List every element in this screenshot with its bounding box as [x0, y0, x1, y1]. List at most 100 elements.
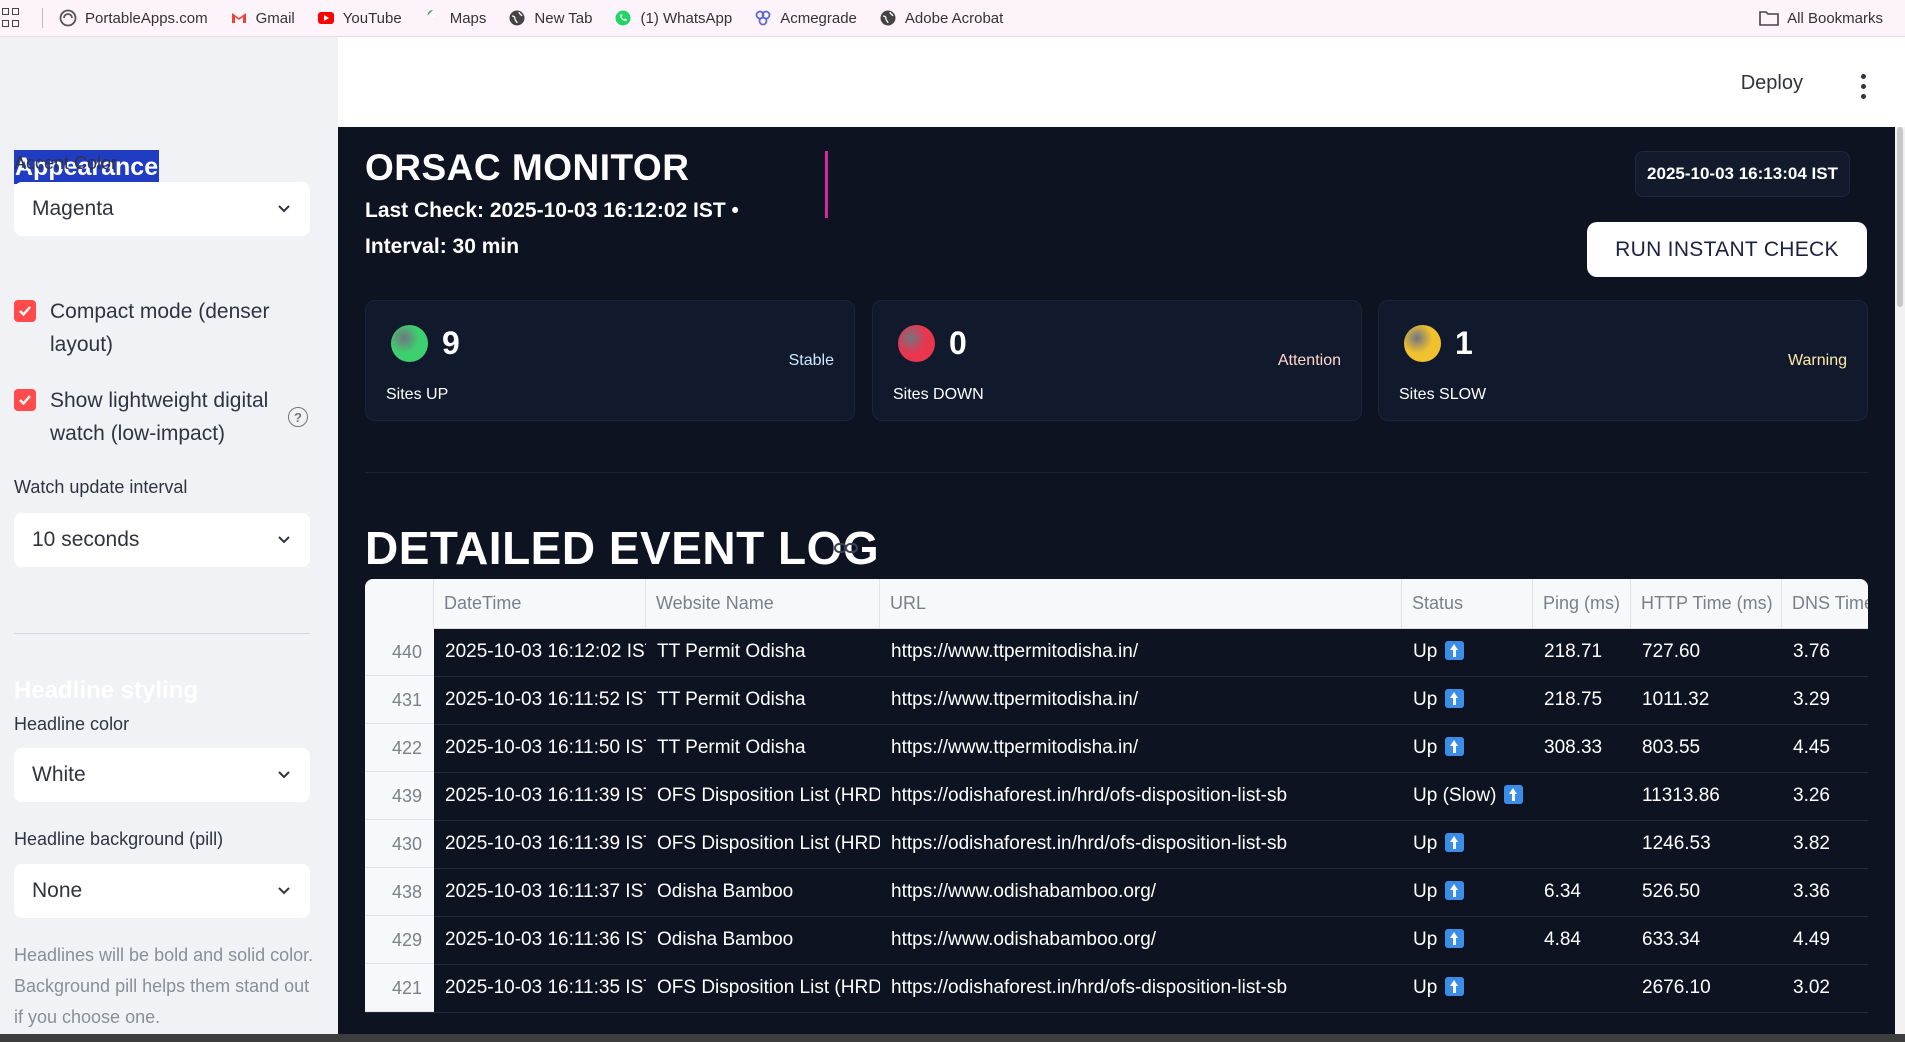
bottom-edge-bar: [0, 1034, 1905, 1042]
all-bookmarks[interactable]: All Bookmarks: [1759, 0, 1883, 36]
bookmark-new-tab[interactable]: New Tab: [508, 9, 592, 27]
table-row[interactable]: 430 2025-10-03 16:11:39 IST OFS Dispositio…: [365, 820, 1868, 869]
cell-dns-time-text: 4.49: [1793, 929, 1830, 950]
column-header-dns-time[interactable]: DNS Time: [1782, 579, 1868, 628]
table-row[interactable]: 422 2025-10-03 16:11:50 IST TT Permit Odis…: [365, 724, 1868, 773]
cell-url: https://www.ttpermitodisha.in/: [880, 676, 1402, 724]
cell-http-time-text: 633.34: [1642, 929, 1701, 950]
cell-datetime-text: 2025-10-03 16:11:39 IST: [445, 833, 646, 854]
headline-bg-label: Headline background (pill): [14, 829, 224, 849]
main-content: ORSAC MONITOR Last Check: 2025-10-03 16:…: [338, 127, 1895, 1042]
cell-url: https://odishaforest.in/hrd/ofs-disposit…: [880, 820, 1402, 868]
column-header-http-time[interactable]: HTTP Time (ms): [1631, 579, 1782, 628]
deploy-button[interactable]: Deploy: [1741, 72, 1803, 95]
cell-ping: [1533, 820, 1631, 868]
table-row[interactable]: 439 2025-10-03 16:11:39 IST OFS Dispositio…: [365, 772, 1868, 821]
cell-dns-time: 4.45: [1782, 724, 1868, 772]
sites-down-label: Sites DOWN: [893, 386, 984, 403]
column-header-datetime[interactable]: DateTime: [434, 579, 646, 628]
compact-mode-checkbox[interactable]: Compact mode (denser layout): [14, 295, 274, 361]
bookmark-youtube[interactable]: YouTube: [317, 9, 402, 27]
table-row[interactable]: 431 2025-10-03 16:11:52 IST TT Permit Odis…: [365, 676, 1868, 725]
cell-datetime-text: 2025-10-03 16:11:50 IST: [445, 737, 646, 758]
bookmark-label: Adobe Acrobat: [904, 9, 1004, 27]
up-arrow-icon: [1445, 977, 1465, 996]
cell-status: Up: [1402, 820, 1533, 868]
sidebar: Appearance Accent Color Magenta Compact …: [0, 37, 338, 1042]
chevron-down-icon: [278, 536, 290, 544]
accent-color-value: Magenta: [32, 197, 114, 220]
cell-website-name-text: OFS Disposition List (HRD): [657, 977, 880, 998]
cell-datetime: 2025-10-03 16:11:36 IST: [434, 916, 646, 964]
bookmark-maps[interactable]: Maps: [424, 9, 487, 27]
cell-ping-text: 6.34: [1544, 881, 1581, 902]
cell-status: Up: [1402, 868, 1533, 916]
bookmark-label: (1) WhatsApp: [640, 9, 733, 27]
bookmark-label: Maps: [449, 9, 487, 27]
cell-http-time: 2676.10: [1631, 964, 1782, 1012]
sites-up-count: 9: [442, 325, 460, 361]
column-header-status[interactable]: Status: [1402, 579, 1533, 628]
checkbox-checked-icon: [14, 300, 36, 322]
anchor-link-icon[interactable]: [834, 541, 858, 555]
bookmark-1-whatsapp[interactable]: (1) WhatsApp: [614, 9, 732, 27]
bookmark-acmegrade[interactable]: Acmegrade: [754, 9, 857, 27]
gmail-icon: [230, 9, 248, 27]
cell-url: https://www.ttpermitodisha.in/: [880, 628, 1402, 676]
cell-website-name: OFS Disposition List (HRD): [646, 772, 880, 820]
cell-url-text: https://odishaforest.in/hrd/ofs-disposit…: [891, 785, 1288, 806]
table-row[interactable]: 438 2025-10-03 16:11:37 IST Odisha Bamboo h…: [365, 868, 1868, 917]
row-index: 421: [365, 964, 434, 1012]
portableapps-icon: [59, 9, 77, 27]
cell-ping: 6.34: [1533, 868, 1631, 916]
cell-website-name-text: TT Permit Odisha: [657, 641, 806, 662]
up-arrow-icon: [1445, 881, 1465, 900]
cell-url-text: https://www.odishabamboo.org/: [891, 929, 1157, 950]
cell-http-time-text: 727.60: [1642, 641, 1701, 662]
cell-dns-time: 3.26: [1782, 772, 1868, 820]
digital-watch-checkbox[interactable]: Show lightweight digital watch (low-impa…: [14, 384, 274, 450]
sites-up-label: Sites UP: [386, 386, 449, 403]
watch-interval-value: 10 seconds: [32, 528, 140, 551]
apps-grid-icon[interactable]: [2, 8, 22, 28]
cell-website-name-text: Odisha Bamboo: [657, 881, 794, 902]
cell-dns-time-text: 3.02: [1793, 977, 1830, 998]
column-header-ping[interactable]: Ping (ms): [1533, 579, 1631, 628]
cell-website-name-text: TT Permit Odisha: [657, 689, 806, 710]
bookmark-label: PortableApps.com: [85, 9, 208, 27]
table-row[interactable]: 421 2025-10-03 16:11:35 IST OFS Dispositio…: [365, 964, 1868, 1013]
more-menu-icon[interactable]: [1861, 74, 1867, 99]
compact-mode-label: Compact mode (denser layout): [50, 300, 270, 356]
bookmark-portableapps-com[interactable]: PortableApps.com: [59, 9, 208, 27]
cell-url: https://www.odishabamboo.org/: [880, 868, 1402, 916]
table-row[interactable]: 440 2025-10-03 16:12:02 IST TT Permit Odis…: [365, 628, 1868, 677]
accent-color-select[interactable]: Magenta: [14, 182, 310, 236]
bookmark-label: YouTube: [342, 9, 402, 27]
globe-icon: [879, 9, 897, 27]
cell-ping-text: 4.84: [1544, 929, 1581, 950]
cell-url-text: https://www.ttpermitodisha.in/: [891, 689, 1139, 710]
headline-bg-select[interactable]: None: [14, 864, 310, 918]
cell-datetime-text: 2025-10-03 16:12:02 IST: [445, 641, 646, 662]
column-header-url[interactable]: URL: [880, 579, 1402, 628]
bookmarks-bar: PortableApps.com Gmail YouTube Maps New Tab (…: [0, 0, 1905, 37]
headline-color-select[interactable]: White: [14, 748, 310, 802]
table-row[interactable]: 429 2025-10-03 16:11:36 IST Odisha Bamboo h…: [365, 916, 1868, 965]
row-index: 422: [365, 724, 434, 772]
cell-website-name: Odisha Bamboo: [646, 916, 880, 964]
row-index: 440: [365, 628, 434, 676]
help-icon[interactable]: ?: [288, 407, 308, 427]
chevron-down-icon: [278, 205, 290, 213]
all-bookmarks-label: All Bookmarks: [1787, 9, 1883, 27]
headline-styling-heading: Headline styling: [14, 677, 199, 704]
bookmark-gmail[interactable]: Gmail: [230, 9, 295, 27]
last-check-text: Last Check: 2025-10-03 16:12:02 IST •: [365, 199, 739, 222]
globe-icon: [508, 9, 526, 27]
column-header-website-name[interactable]: Website Name: [646, 579, 880, 628]
run-instant-check-button[interactable]: RUN INSTANT CHECK: [1587, 222, 1867, 277]
scrollbar-thumb[interactable]: [1897, 127, 1903, 307]
cell-datetime-text: 2025-10-03 16:11:39 IST: [445, 785, 646, 806]
cell-ping-text: 308.33: [1544, 737, 1603, 758]
watch-interval-select[interactable]: 10 seconds: [14, 513, 310, 567]
bookmark-adobe-acrobat[interactable]: Adobe Acrobat: [879, 9, 1003, 27]
